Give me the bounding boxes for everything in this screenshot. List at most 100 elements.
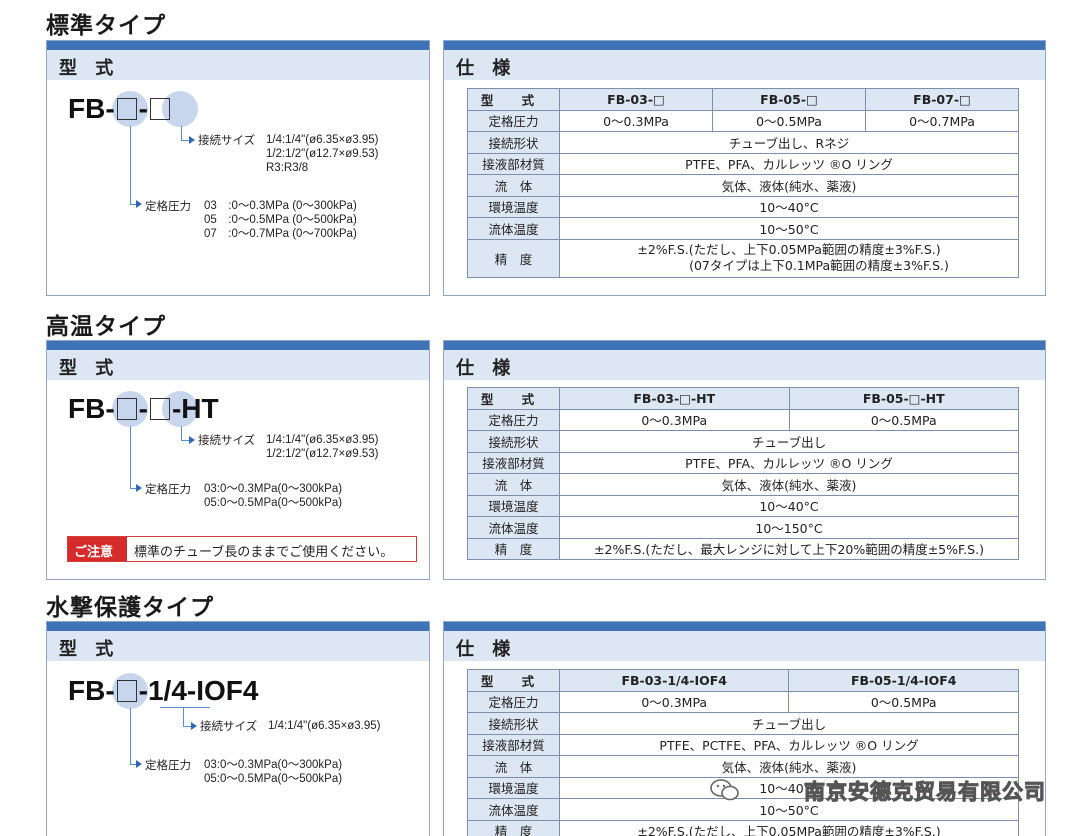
rated-pressure-option: 05:0〜0.5MPa(0〜500kPa) [204, 497, 343, 509]
table-cell: ±2%F.S.(ただし、上下0.05MPa範囲の精度±3%F.S.) [559, 819, 1019, 836]
connection-size-option: R3:R3/8 [266, 162, 309, 174]
row-label: 流体温度 [467, 798, 560, 821]
accuracy-line: ±2%F.S.(ただし、上下0.05MPa範囲の精度±3%F.S.) [637, 242, 941, 257]
model-prefix: FB- [68, 675, 115, 706]
rated-pressure-label: 定格圧力 [145, 758, 191, 772]
row-label: 定格圧力 [467, 690, 560, 713]
model-slot-box [116, 98, 137, 120]
rated-pressure-option: 03:0〜0.3MPa(0〜300kPa) [204, 483, 343, 495]
row-label: 定格圧力 [467, 408, 560, 431]
table-cell: PTFE、PFA、カルレッツ ®O リング [559, 152, 1019, 175]
table-row: 精 度 ±2%F.S.(ただし、上下0.05MPa範囲の精度±3%F.S.) [467, 819, 1019, 836]
table-column-header: FB-03-□-HT [559, 387, 790, 410]
table-row: 接続形状 チューブ出し [467, 712, 1019, 735]
connector-line [181, 426, 182, 440]
row-label: 定格圧力 [467, 109, 560, 132]
row-label: 接液部材質 [467, 733, 560, 756]
connector-line [181, 140, 189, 141]
table-header-label: 型 式 [467, 669, 560, 692]
table-cell: 0〜0.5MPa [788, 408, 1019, 431]
table-row: 接続形状 チューブ出し [467, 430, 1019, 453]
table-cell: チューブ出し [559, 712, 1019, 735]
caution-tag: ご注意 [68, 537, 127, 561]
rated-pressure-option: 03 :0〜0.3MPa (0〜300kPa) [204, 200, 357, 212]
model-mid: -1/4 [138, 675, 187, 706]
model-suffix: -HT [171, 393, 219, 424]
table-row: 定格圧力 0〜0.3MPa 0〜0.5MPa [467, 690, 1019, 713]
model-slot-box [116, 680, 137, 702]
model-panel-standard: 型 式 [46, 40, 430, 296]
arrow-icon [136, 484, 142, 492]
connection-size-option: 1/4:1/4"(ø6.35×ø3.95) [266, 434, 379, 446]
row-label: 流体温度 [467, 516, 560, 539]
table-cell: ±2%F.S.(ただし、最大レンジに対して上下20%範囲の精度±5%F.S.) [559, 537, 1019, 560]
watermark-text: 南京安德克贸易有限公司 [804, 780, 1046, 805]
row-label: 精 度 [467, 819, 560, 836]
arrow-icon [136, 760, 142, 768]
row-label: 接液部材質 [467, 152, 560, 175]
row-label: 接続形状 [467, 712, 560, 735]
table-row: 定格圧力 0〜0.3MPa 0〜0.5MPa [467, 408, 1019, 431]
caution-box: ご注意 標準のチューブ長のままでご使用ください。 [67, 536, 417, 562]
table-row: 流 体気体、液体(純水、薬液) [467, 473, 1019, 496]
table-cell: チューブ出し、Rネジ [559, 131, 1019, 154]
row-label: 流 体 [467, 755, 560, 778]
model-code: FB- -1/4-IOF4 [68, 675, 258, 707]
table-cell: 0〜0.5MPa [712, 109, 866, 132]
model-suffix: -IOF4 [186, 675, 259, 706]
arrow-icon [191, 722, 197, 730]
model-panel-header: 型 式 [47, 50, 429, 80]
model-code: FB- - [68, 93, 172, 125]
table-header-row: 型 式 FB-03-□ FB-05-□ FB-07-□ [467, 88, 1019, 111]
table-cell: 10〜50°C [559, 217, 1019, 240]
connector-line [130, 126, 131, 204]
connection-size-label: 接続サイズ [198, 433, 256, 447]
table-row: 流体温度 10〜50°C [467, 217, 1019, 240]
table-header-label: 型 式 [467, 387, 560, 410]
model-slot-box [149, 398, 170, 420]
row-label: 環境温度 [467, 195, 560, 218]
panel-accent-bar [47, 41, 429, 50]
spec-table-water-hammer: 型 式 FB-03-1/4-IOF4 FB-05-1/4-IOF4 定格圧力 0… [467, 669, 1019, 836]
model-panel-header: 型 式 [47, 350, 429, 380]
table-row: 流 体気体、液体(純水、薬液) [467, 755, 1019, 778]
table-row: 接続形状 チューブ出し、Rネジ [467, 131, 1019, 154]
table-row: 流体温度 10〜150°C [467, 516, 1019, 539]
table-cell: PTFE、PCTFE、PFA、カルレッツ ®O リング [559, 733, 1019, 756]
connector-line [130, 426, 131, 488]
panel-accent-bar [444, 41, 1045, 50]
model-prefix: FB- [68, 393, 115, 424]
table-cell: 0〜0.3MPa [558, 690, 790, 713]
table-column-header: FB-05-□-HT [788, 387, 1019, 410]
row-label: 接続形状 [467, 131, 560, 154]
table-column-header: FB-07-□ [865, 88, 1019, 111]
panel-accent-bar [444, 622, 1045, 631]
panel-accent-bar [47, 622, 429, 631]
table-row: 精 度 ±2%F.S.(ただし、最大レンジに対して上下20%範囲の精度±5%F.S… [467, 537, 1019, 560]
rated-pressure-label: 定格圧力 [145, 199, 191, 213]
connection-size-option: 1/2:1/2"(ø12.7×ø9.53) [266, 448, 379, 460]
table-cell: チューブ出し [559, 430, 1019, 453]
table-row: 接液部材質 PTFE、PFA、カルレッツ ®O リング [467, 451, 1019, 474]
table-cell: 0〜0.3MPa [559, 408, 790, 431]
rated-pressure-option: 03:0〜0.3MPa(0〜300kPa) [204, 759, 343, 771]
spec-panel-header: 仕 様 [444, 50, 1045, 80]
row-label: 流体温度 [467, 217, 560, 240]
rated-pressure-option: 05:0〜0.5MPa(0〜500kPa) [204, 773, 343, 785]
model-slot-box [116, 398, 137, 420]
row-label: 流 体 [467, 174, 560, 197]
table-row: 環境温度 10〜40°C [467, 494, 1019, 517]
section-title-standard: 標準タイプ [46, 13, 166, 39]
spec-panel-header: 仕 様 [444, 631, 1045, 661]
table-cell: PTFE、PFA、カルレッツ ®O リング [559, 451, 1019, 474]
table-row: 環境温度 10〜40°C [467, 195, 1019, 218]
table-cell: 0〜0.3MPa [559, 109, 713, 132]
table-cell: 10〜40°C [559, 494, 1019, 517]
arrow-icon [136, 200, 142, 208]
connector-line [160, 707, 210, 708]
row-label: 接続形状 [467, 430, 560, 453]
table-header-label: 型 式 [467, 88, 560, 111]
row-label: 流 体 [467, 473, 560, 496]
arrow-icon [189, 436, 195, 444]
row-label: 接液部材質 [467, 451, 560, 474]
